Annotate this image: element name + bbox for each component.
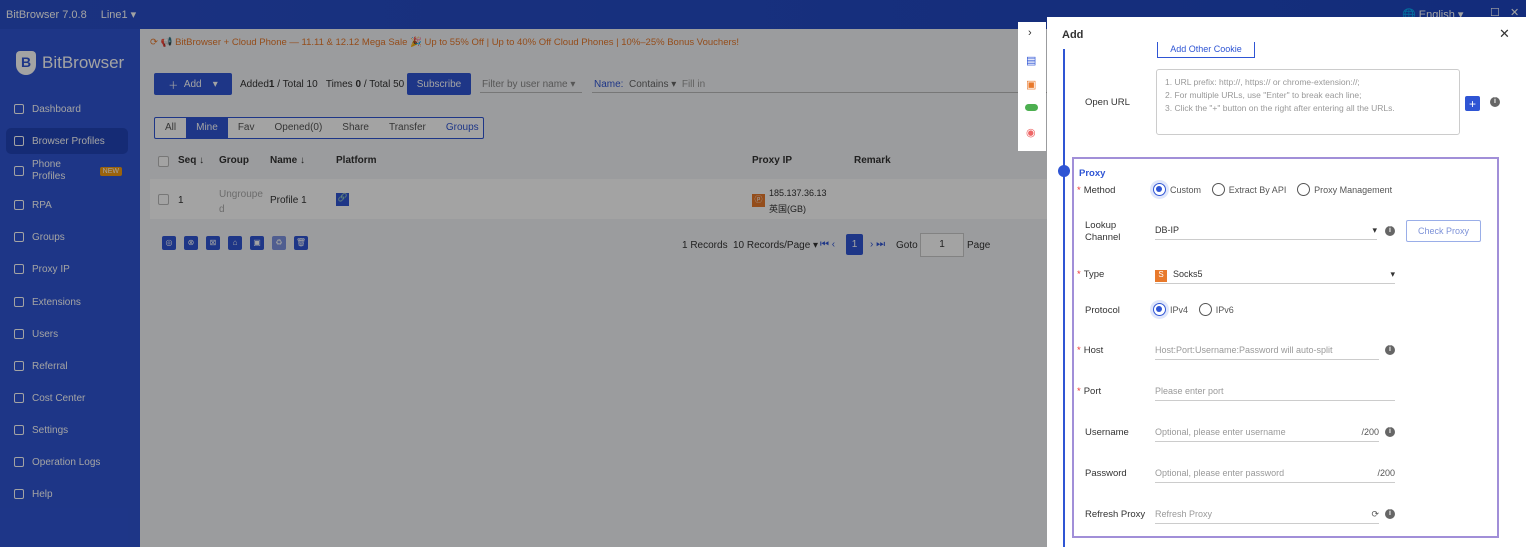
method-custom-radio[interactable]: Custom xyxy=(1153,183,1201,196)
add-profile-drawer: Add ✕ Add Other Cookie Open URL 1. URL p… xyxy=(1047,17,1526,547)
host-input[interactable]: Host:Port:Username:Password will auto-sp… xyxy=(1155,342,1379,360)
ipv6-radio[interactable]: IPv6 xyxy=(1198,303,1234,316)
ipv4-radio[interactable]: IPv4 xyxy=(1153,303,1188,316)
lookup-channel-label: Lookup Channel xyxy=(1085,220,1121,243)
proxy-type-select[interactable]: S Socks5 ▾ xyxy=(1155,266,1395,284)
info-icon[interactable]: i xyxy=(1490,97,1500,107)
add-url-button[interactable]: + xyxy=(1465,96,1480,111)
timeline-dot xyxy=(1058,165,1070,177)
drawer-title: Add xyxy=(1062,29,1084,41)
info-icon[interactable]: i xyxy=(1385,427,1395,437)
host-label: Host xyxy=(1083,345,1104,356)
port-label: Port xyxy=(1083,386,1102,397)
username-label: Username xyxy=(1085,427,1129,438)
close-icon[interactable]: ✕ xyxy=(1499,26,1510,42)
check-proxy-button[interactable]: Check Proxy xyxy=(1406,220,1481,242)
refresh-proxy-input[interactable]: Refresh Proxy ⟳ xyxy=(1155,506,1379,524)
open-url-label: Open URL xyxy=(1085,97,1130,108)
username-input[interactable]: Optional, please enter username/200 xyxy=(1155,424,1379,442)
timeline-line xyxy=(1063,49,1065,547)
protocol-radio-group: IPv4 IPv6 xyxy=(1153,303,1242,319)
lookup-channel-select[interactable]: DB-IP ▾ xyxy=(1155,222,1377,240)
add-other-cookie-button[interactable]: Add Other Cookie xyxy=(1157,42,1255,58)
proxy-ip-icon[interactable]: ▣ xyxy=(1026,78,1036,91)
method-api-radio[interactable]: Extract By API xyxy=(1211,183,1286,196)
method-radio-group: Custom Extract By API Proxy Management xyxy=(1153,183,1400,199)
method-label: Method xyxy=(1083,185,1116,196)
proxy-section-title: Proxy xyxy=(1079,168,1106,179)
toggle-icon[interactable] xyxy=(1025,104,1038,111)
info-icon[interactable]: i xyxy=(1385,345,1395,355)
chevron-right-icon[interactable]: › xyxy=(1028,27,1032,39)
refresh-icon: ⟳ xyxy=(1371,509,1379,519)
port-input[interactable]: Please enter port xyxy=(1155,383,1395,401)
fingerprint-icon[interactable]: ◉ xyxy=(1026,126,1036,139)
password-label: Password xyxy=(1085,468,1127,479)
open-url-textarea[interactable]: 1. URL prefix: http://, https:// or chro… xyxy=(1156,69,1460,135)
type-label: Type xyxy=(1083,269,1105,280)
drawer-quick-nav: › ▤ ▣ ◉ xyxy=(1018,22,1046,151)
info-icon[interactable]: i xyxy=(1385,226,1395,236)
password-input[interactable]: Optional, please enter password/200 xyxy=(1155,465,1395,483)
refresh-proxy-label: Refresh Proxy xyxy=(1085,509,1146,520)
info-icon[interactable]: i xyxy=(1385,509,1395,519)
method-management-radio[interactable]: Proxy Management xyxy=(1297,183,1392,196)
socks-icon: S xyxy=(1155,270,1167,282)
basic-info-icon[interactable]: ▤ xyxy=(1026,54,1036,67)
protocol-label: Protocol xyxy=(1085,305,1120,316)
